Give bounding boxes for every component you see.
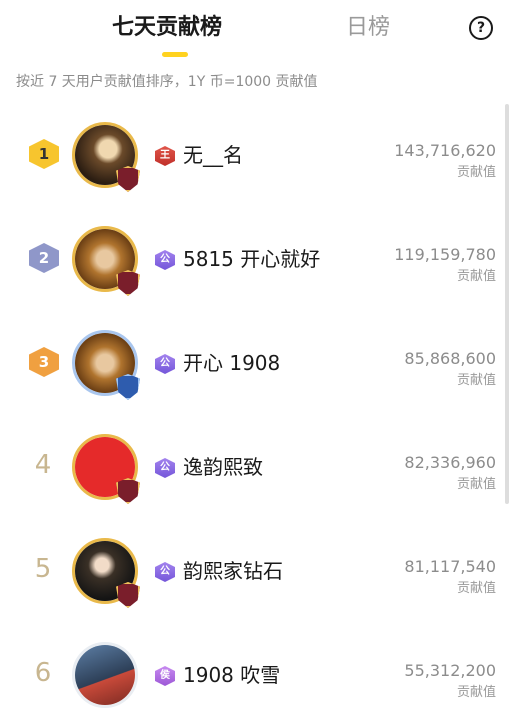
silver-rank-badge-icon: 2 xyxy=(29,243,59,273)
avatar[interactable] xyxy=(72,122,140,192)
list-item[interactable]: 1 王 无__名 143,716,620 贡献值 xyxy=(0,102,512,206)
king-role-icon: 王 xyxy=(155,146,175,166)
list-item[interactable]: 3 公 开心 1908 85,868,600 贡献值 xyxy=(0,310,512,414)
contribution-value: 85,868,600 xyxy=(404,349,496,368)
contribution-value: 81,117,540 xyxy=(404,557,496,576)
user-name: 开心 1908 xyxy=(183,351,281,375)
tab-daily[interactable]: 日榜 xyxy=(346,14,390,42)
contribution-unit: 贡献值 xyxy=(456,373,496,388)
help-icon[interactable]: ? xyxy=(469,16,493,40)
contribution-value: 82,336,960 xyxy=(404,453,496,472)
list-item[interactable]: 5 公 韵熙家钻石 81,117,540 贡献值 xyxy=(0,518,512,622)
duke-role-icon: 公 xyxy=(155,562,175,582)
contribution-unit: 贡献值 xyxy=(456,581,496,596)
user-name: 1908 吹雪 xyxy=(183,663,281,687)
avatar[interactable] xyxy=(72,434,140,504)
contribution-value: 55,312,200 xyxy=(404,661,496,680)
list-item[interactable]: 4 公 逸韵熙致 82,336,960 贡献值 xyxy=(0,414,512,518)
avatar[interactable] xyxy=(72,330,140,400)
rank-number: 4 xyxy=(34,450,52,480)
duke-role-icon: 公 xyxy=(155,250,175,270)
list-item[interactable]: 6 侯 1908 吹雪 55,312,200 贡献值 xyxy=(0,622,512,726)
contribution-unit: 贡献值 xyxy=(456,477,496,492)
user-name: 韵熙家钻石 xyxy=(183,559,283,583)
shield-icon xyxy=(116,374,140,400)
duke-role-icon: 公 xyxy=(155,354,175,374)
tab-seven-day[interactable]: 七天贡献榜 xyxy=(112,14,222,42)
list-item[interactable]: 2 公 5815 开心就好 119,159,780 贡献值 xyxy=(0,206,512,310)
contribution-unit: 贡献值 xyxy=(456,685,496,700)
tab-indicator xyxy=(162,52,188,57)
ranking-description: 按近 7 天用户贡献值排序，1Y 币=1000 贡献值 xyxy=(16,74,318,90)
user-name: 逸韵熙致 xyxy=(183,455,263,479)
duke-role-icon: 公 xyxy=(155,458,175,478)
user-name: 5815 开心就好 xyxy=(183,247,321,271)
contribution-value: 119,159,780 xyxy=(394,245,496,264)
bronze-rank-badge-icon: 3 xyxy=(29,347,59,377)
contribution-unit: 贡献值 xyxy=(456,269,496,284)
shield-icon xyxy=(116,166,140,192)
avatar[interactable] xyxy=(72,642,138,708)
contribution-value: 143,716,620 xyxy=(394,141,496,160)
avatar[interactable] xyxy=(72,538,140,608)
user-name: 无__名 xyxy=(183,143,243,167)
gold-rank-badge-icon: 1 xyxy=(29,139,59,169)
rank-number: 6 xyxy=(34,658,52,688)
shield-icon xyxy=(116,270,140,296)
ranking-list: 1 王 无__名 143,716,620 贡献值 2 公 5815 开心就好 1… xyxy=(0,102,512,726)
marquis-role-icon: 侯 xyxy=(155,666,175,686)
scrollbar[interactable] xyxy=(505,104,509,504)
rank-number: 5 xyxy=(34,554,52,584)
tab-bar: 七天贡献榜 日榜 ? xyxy=(0,0,512,62)
avatar[interactable] xyxy=(72,226,140,296)
shield-icon xyxy=(116,582,140,608)
contribution-unit: 贡献值 xyxy=(456,165,496,180)
shield-icon xyxy=(116,478,140,504)
